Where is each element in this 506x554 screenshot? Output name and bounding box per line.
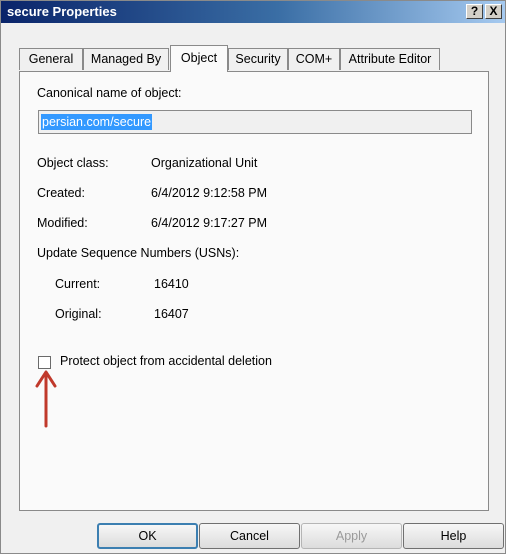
created-value: 6/4/2012 9:12:58 PM <box>151 186 268 200</box>
window-title: secure Properties <box>7 4 117 19</box>
properties-dialog: secure Properties ? X General Managed By… <box>0 0 506 554</box>
tab-object[interactable]: Object <box>170 45 228 72</box>
modified-value: 6/4/2012 9:17:27 PM <box>151 216 268 230</box>
tab-security[interactable]: Security <box>228 48 288 70</box>
ok-button[interactable]: OK <box>97 523 198 549</box>
canonical-name-value[interactable]: persian.com/secure <box>41 114 153 130</box>
object-class-value: Organizational Unit <box>151 156 258 170</box>
modified-label: Modified: <box>37 216 88 230</box>
title-bar: secure Properties ? X <box>1 1 505 23</box>
usn-heading: Update Sequence Numbers (USNs): <box>37 246 240 260</box>
help-button[interactable]: ? <box>466 4 483 19</box>
cancel-button[interactable]: Cancel <box>199 523 300 549</box>
usn-current-value: 16410 <box>154 277 189 291</box>
usn-original-value: 16407 <box>154 307 189 321</box>
usn-original-label: Original: <box>55 307 102 321</box>
object-class-label: Object class: <box>37 156 109 170</box>
protect-object-label[interactable]: Protect object from accidental deletion <box>60 354 272 368</box>
canonical-name-field[interactable]: persian.com/secure <box>38 110 472 134</box>
created-label: Created: <box>37 186 85 200</box>
tab-managed-by[interactable]: Managed By <box>83 48 169 70</box>
help-dialog-button[interactable]: Help <box>403 523 504 549</box>
apply-button[interactable]: Apply <box>301 523 402 549</box>
tab-attribute-editor[interactable]: Attribute Editor <box>340 48 440 70</box>
tab-general[interactable]: General <box>19 48 83 70</box>
tab-com-plus[interactable]: COM+ <box>288 48 340 70</box>
canonical-name-label: Canonical name of object: <box>37 86 182 100</box>
object-tab-panel: Canonical name of object: persian.com/se… <box>19 71 489 511</box>
close-button[interactable]: X <box>485 4 502 19</box>
usn-current-label: Current: <box>55 277 101 291</box>
red-arrow-annotation-icon <box>35 370 57 428</box>
